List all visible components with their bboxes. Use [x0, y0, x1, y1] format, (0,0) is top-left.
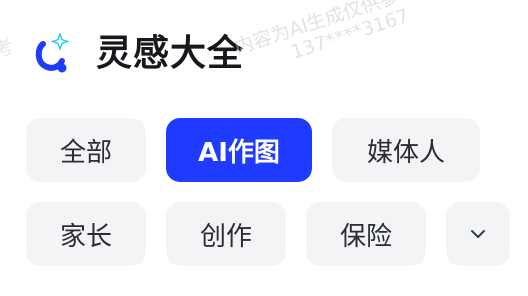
- stethoscope-sparkle-icon: [35, 32, 70, 73]
- chevron-down-icon: [471, 230, 485, 238]
- panel-header: 灵感大全: [32, 26, 244, 82]
- category-chip-insurance[interactable]: 保险: [306, 202, 426, 266]
- page-title: 灵感大全: [96, 33, 245, 74]
- category-chip-parents[interactable]: 家长: [26, 202, 146, 266]
- category-chip-media[interactable]: 媒体人: [332, 118, 480, 182]
- inspiration-panel: 考 灵感大全 内容为AI生成仅供参考 137****3167 全部 AI作图 媒…: [0, 0, 528, 296]
- category-chip-all[interactable]: 全部: [26, 118, 146, 182]
- category-chip-creation[interactable]: 创作: [166, 202, 286, 266]
- watermark-fragment: 考: [0, 35, 17, 63]
- watermark: 内容为AI生成仅供参考 137****3167: [232, 0, 426, 80]
- category-chip-ai-drawing[interactable]: AI作图: [166, 118, 312, 182]
- watermark-phone: 137****3167: [288, 4, 412, 64]
- expand-categories-button[interactable]: [446, 202, 510, 266]
- watermark-text: 内容为AI生成仅供参考: [232, 0, 420, 59]
